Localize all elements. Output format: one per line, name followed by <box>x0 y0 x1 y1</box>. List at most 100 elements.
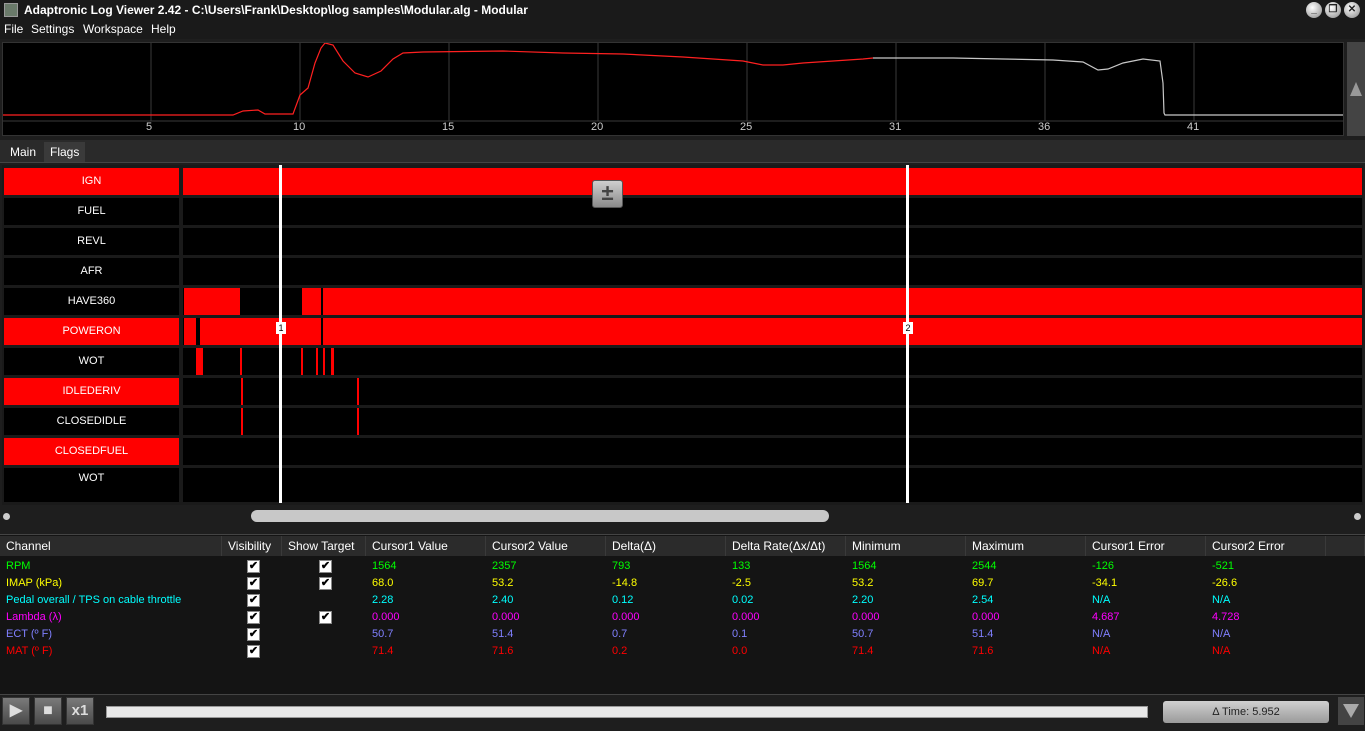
visibility-checkbox[interactable]: ✔ <box>247 611 260 624</box>
cursor2-value: 0.000 <box>492 611 520 623</box>
menu-help[interactable]: Help <box>151 22 176 36</box>
flag-track-closedidle[interactable] <box>183 408 1362 435</box>
delta-value: 0.12 <box>612 594 634 606</box>
scroll-left-icon[interactable] <box>3 513 10 520</box>
flag-track-afr[interactable] <box>183 258 1362 285</box>
play-button[interactable]: ▶ <box>2 697 30 725</box>
scroll-up-icon[interactable] <box>1350 82 1362 96</box>
flag-label-have360: HAVE360 <box>4 288 179 315</box>
visibility-checkbox[interactable]: ✔ <box>247 645 260 658</box>
maximum-value: 2544 <box>972 560 997 572</box>
speed-button[interactable]: x1 <box>66 697 94 725</box>
menu-workspace[interactable]: Workspace <box>83 22 143 36</box>
flag-label-fuel: FUEL <box>4 198 179 225</box>
visibility-checkbox[interactable]: ✔ <box>247 560 260 573</box>
menu-file[interactable]: File <box>4 22 23 36</box>
flag-segment <box>240 348 242 375</box>
cursor-2-tag[interactable]: 2 <box>903 322 913 334</box>
scroll-right-icon[interactable] <box>1354 513 1361 520</box>
maximum-value: 71.6 <box>972 645 994 657</box>
channel-name: ECT (º F) <box>6 628 52 640</box>
maximum-value: 2.54 <box>972 594 994 606</box>
flag-segment <box>323 288 1362 315</box>
table-row[interactable] <box>0 643 1365 660</box>
column-header-delta[interactable]: Delta(Δ) <box>606 536 726 556</box>
flag-track-revl[interactable] <box>183 228 1362 255</box>
delta-value: 0.7 <box>612 628 628 640</box>
flag-track-ign[interactable] <box>183 168 1362 195</box>
close-button[interactable]: ✕ <box>1344 2 1360 18</box>
table-row[interactable] <box>0 626 1365 643</box>
cursor1-error: -34.1 <box>1092 577 1118 589</box>
column-header-cursor1-error[interactable]: Cursor1 Error <box>1086 536 1206 556</box>
minimum-value: 1564 <box>852 560 877 572</box>
delta-time-button[interactable]: Δ Time: 5.952 <box>1163 701 1329 723</box>
flag-track-wot[interactable] <box>183 348 1362 375</box>
tab-flags[interactable]: Flags <box>44 142 86 162</box>
playback-progress[interactable] <box>106 706 1148 718</box>
column-header-cursor2-error[interactable]: Cursor2 Error <box>1206 536 1326 556</box>
flag-track-idlederiv[interactable] <box>183 378 1362 405</box>
minimize-button[interactable]: _ <box>1306 2 1322 18</box>
column-header-channel[interactable]: Channel <box>0 536 222 556</box>
show-target-checkbox[interactable]: ✔ <box>319 611 332 624</box>
overview-tick: 15 <box>442 121 455 133</box>
visibility-checkbox[interactable]: ✔ <box>247 577 260 590</box>
channel-name: Lambda (λ) <box>6 611 62 623</box>
flag-label-closedidle: CLOSEDIDLE <box>4 408 179 435</box>
show-target-checkbox[interactable]: ✔ <box>319 560 332 573</box>
cursor2-value: 2357 <box>492 560 517 572</box>
cursor1-error: N/A <box>1092 645 1111 657</box>
show-target-checkbox[interactable]: ✔ <box>319 577 332 590</box>
cursor-2-line[interactable] <box>906 165 909 503</box>
column-header-cursor1-value[interactable]: Cursor1 Value <box>366 536 486 556</box>
overview-tick: 31 <box>889 121 902 133</box>
overview-chart[interactable]: 5 10 15 20 25 31 36 41 <box>2 42 1344 136</box>
flag-segment <box>323 318 1362 345</box>
menu-bar <box>0 20 1365 39</box>
zoom-toggle-button[interactable]: ± <box>592 180 623 208</box>
channel-name: IMAP (kPa) <box>6 577 63 589</box>
channel-name: Pedal overall / TPS on cable throttle <box>6 594 182 606</box>
flag-segment <box>302 288 321 315</box>
cursor-1-tag[interactable]: 1 <box>276 322 286 334</box>
flag-track-fuel[interactable] <box>183 198 1362 225</box>
menu-settings[interactable]: Settings <box>31 22 74 36</box>
cursor1-error: N/A <box>1092 594 1111 606</box>
stop-button[interactable]: ■ <box>34 697 62 725</box>
table-row[interactable] <box>0 575 1365 592</box>
channel-name: MAT (º F) <box>6 645 53 657</box>
visibility-checkbox[interactable]: ✔ <box>247 594 260 607</box>
flag-track-closedfuel[interactable] <box>183 438 1362 465</box>
flag-segment <box>196 348 203 375</box>
column-header-cursor2-value[interactable]: Cursor2 Value <box>486 536 606 556</box>
table-row[interactable] <box>0 609 1365 626</box>
flag-segment <box>184 318 196 345</box>
flag-segment <box>184 288 240 315</box>
chevron-down-icon[interactable] <box>1343 704 1359 718</box>
delta-rate-value: 133 <box>732 560 751 572</box>
maximize-button[interactable]: ❐ <box>1325 2 1341 18</box>
flag-track-poweron[interactable] <box>183 318 1362 345</box>
table-row[interactable] <box>0 592 1365 609</box>
cursor2-error: -26.6 <box>1212 577 1238 589</box>
flag-segment <box>323 348 325 375</box>
cursor-1-line[interactable] <box>279 165 282 503</box>
flag-segment <box>183 168 1362 195</box>
column-header-maximum[interactable]: Maximum <box>966 536 1086 556</box>
flag-track-have360[interactable] <box>183 288 1362 315</box>
horizontal-scroll-thumb[interactable] <box>251 510 829 522</box>
cursor1-value: 50.7 <box>372 628 394 640</box>
overview-tick: 5 <box>146 121 153 133</box>
column-header-delta-rate[interactable]: Delta Rate(Δx/Δt) <box>726 536 846 556</box>
flag-track-wot-2[interactable] <box>183 468 1362 502</box>
table-row[interactable] <box>0 558 1365 575</box>
tab-main[interactable]: Main <box>4 142 42 162</box>
column-header-visibility[interactable]: Visibility <box>222 536 282 556</box>
flag-label-wot: WOT <box>4 348 179 375</box>
column-header-show-target[interactable]: Show Target <box>282 536 366 556</box>
visibility-checkbox[interactable]: ✔ <box>247 628 260 641</box>
delta-value: 0.2 <box>612 645 628 657</box>
column-header-minimum[interactable]: Minimum <box>846 536 966 556</box>
cursor2-value: 71.6 <box>492 645 514 657</box>
